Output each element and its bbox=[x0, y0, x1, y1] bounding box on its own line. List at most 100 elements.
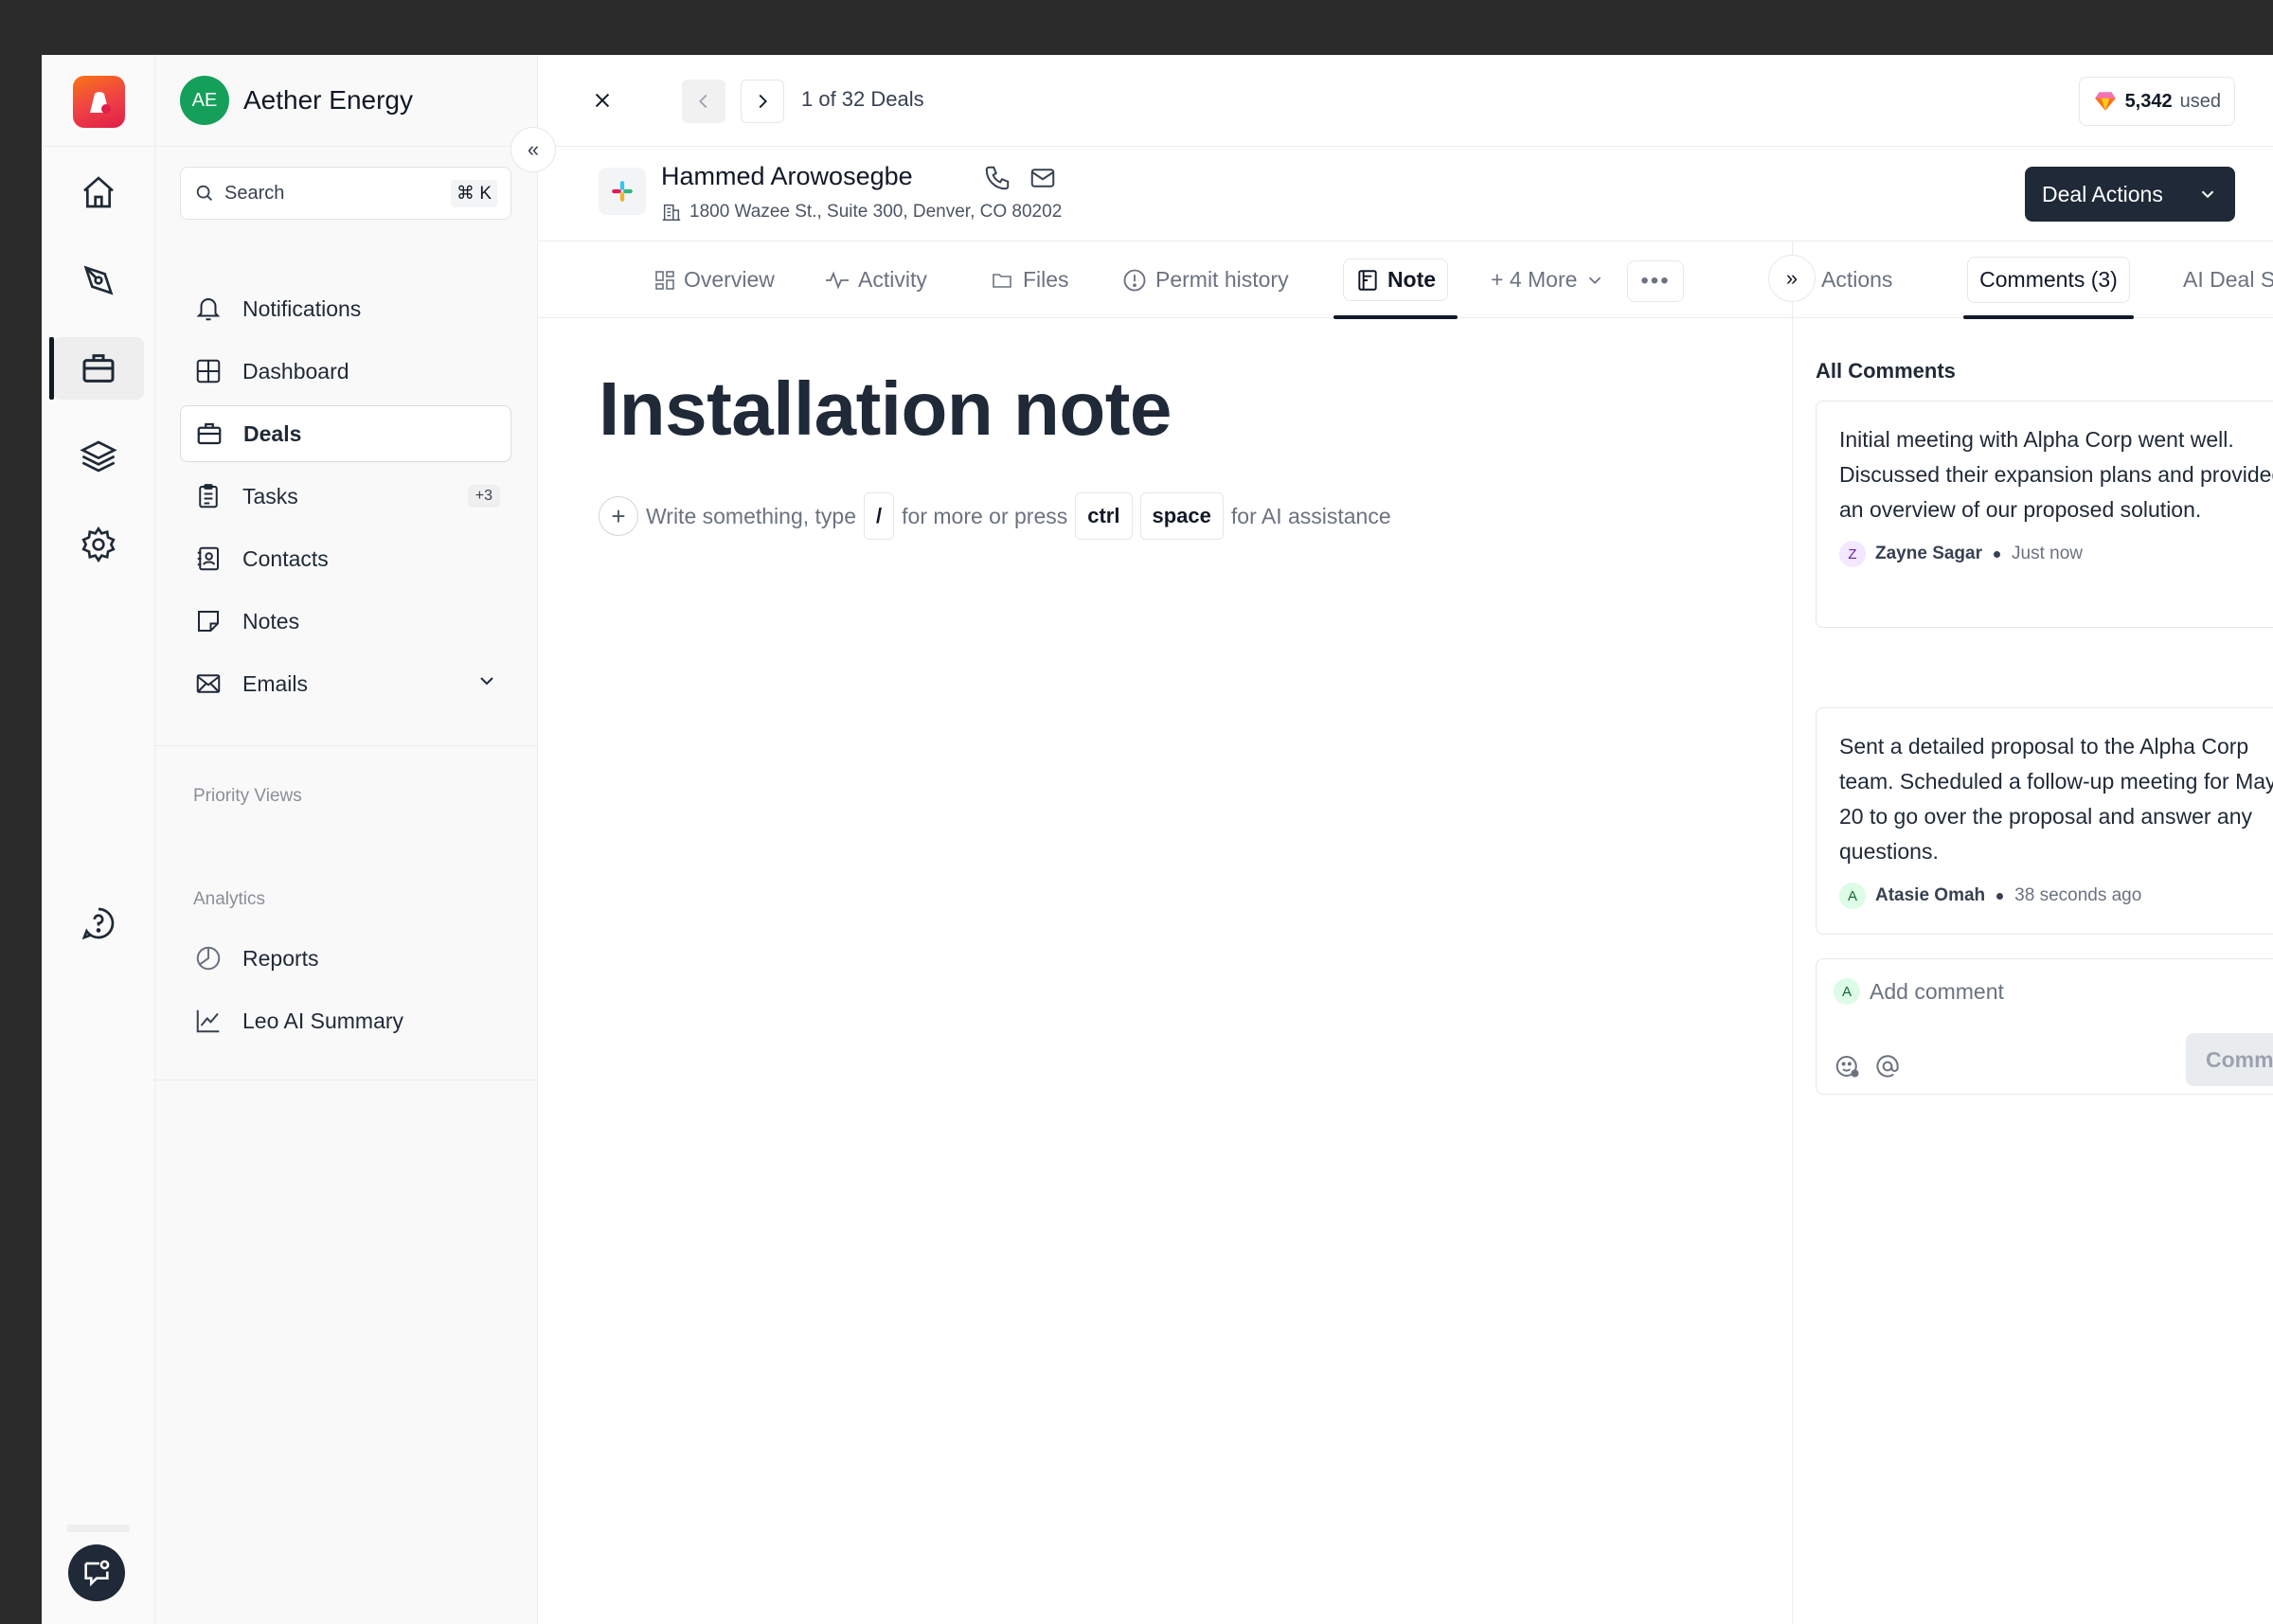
tab-label: Comments (3) bbox=[1967, 257, 2130, 303]
comment-author: Atasie Omah bbox=[1875, 885, 1986, 905]
sidebar-item-label: Leo AI Summary bbox=[242, 1008, 404, 1033]
tab-comments[interactable]: Comments (3) bbox=[1963, 241, 2134, 319]
chevron-down-icon bbox=[1589, 277, 1602, 284]
tab-label: Files bbox=[1023, 267, 1069, 292]
briefcase-icon[interactable] bbox=[49, 337, 144, 400]
comment-meta: Z Zayne Sagar Just now bbox=[1839, 541, 2273, 567]
collapse-sidebar-button[interactable]: « bbox=[510, 127, 556, 172]
previous-deal-button[interactable] bbox=[682, 80, 725, 123]
priority-views-label: Priority Views bbox=[193, 786, 302, 806]
hint-text-3: for AI assistance bbox=[1230, 503, 1391, 528]
phone-icon[interactable] bbox=[983, 164, 1011, 197]
sidebar-item-notes[interactable]: Notes bbox=[180, 593, 511, 650]
sidebar-item-label: Reports bbox=[242, 945, 319, 971]
sidebar-item-reports[interactable]: Reports bbox=[180, 930, 511, 987]
pen-tool-icon[interactable] bbox=[53, 249, 144, 312]
contact-book-icon bbox=[193, 544, 224, 574]
analytics-nav: Reports Leo AI Summary bbox=[180, 930, 511, 1055]
sidebar-item-notifications[interactable]: Notifications bbox=[180, 280, 511, 337]
comment-meta: A Atasie Omah 38 seconds ago bbox=[1839, 883, 2273, 909]
mention-at-icon[interactable] bbox=[1873, 1052, 1902, 1085]
home-icon[interactable] bbox=[53, 161, 144, 223]
search-input[interactable]: Search ⌘ K bbox=[180, 167, 511, 220]
key-space: space bbox=[1139, 492, 1224, 540]
sidebar-item-label: Contacts bbox=[242, 545, 329, 571]
clipboard-icon bbox=[193, 481, 224, 511]
tab-label: Actions bbox=[1821, 267, 1893, 292]
add-comment-box[interactable]: A Add comment Comment bbox=[1816, 958, 2273, 1095]
key-slash: / bbox=[864, 492, 895, 540]
mail-icon[interactable] bbox=[1029, 164, 1057, 197]
sidebar-item-leo-ai-summary[interactable]: Leo AI Summary bbox=[180, 992, 511, 1049]
comment-submit-button[interactable]: Comment bbox=[2186, 1033, 2273, 1086]
settings-gear-icon[interactable] bbox=[53, 513, 144, 576]
add-comment-input[interactable]: Add comment bbox=[1870, 979, 2004, 1005]
search-placeholder: Search bbox=[224, 182, 285, 204]
overview-grid-icon bbox=[653, 269, 676, 292]
credits-usage-badge[interactable]: 5,342 used bbox=[2078, 77, 2235, 126]
note-editor[interactable]: Installation note + Write something, typ… bbox=[538, 318, 1792, 1624]
sidebar-item-label: Dashboard bbox=[242, 358, 349, 384]
pie-chart-icon bbox=[193, 943, 224, 973]
rail-separator bbox=[67, 1525, 130, 1532]
sidebar-item-label: Deals bbox=[243, 420, 302, 446]
sidebar-item-deals[interactable]: Deals bbox=[180, 405, 511, 462]
tab-activity[interactable]: Activity bbox=[824, 241, 927, 318]
sidebar-item-label: Emails bbox=[242, 670, 309, 696]
sticky-note-icon bbox=[193, 606, 224, 636]
tab-label: AI Deal Scope bbox=[2183, 267, 2273, 292]
deal-actions-button[interactable]: Deal Actions bbox=[2025, 167, 2235, 222]
search-icon bbox=[196, 185, 212, 201]
top-bar: 1 of 32 Deals 5,342 used bbox=[538, 55, 2273, 147]
support-chat-icon[interactable] bbox=[68, 1544, 125, 1601]
comment-time: 38 seconds ago bbox=[2014, 885, 2142, 905]
credits-value: 5,342 bbox=[2124, 90, 2173, 112]
note-page-icon bbox=[1355, 268, 1380, 293]
sidebar-item-tasks[interactable]: Tasks +3 bbox=[180, 468, 511, 525]
note-title[interactable]: Installation note bbox=[599, 366, 1172, 453]
org-switcher[interactable]: AE Aether Energy bbox=[180, 76, 413, 125]
alert-circle-icon bbox=[1121, 267, 1148, 294]
more-options-icon[interactable]: ••• bbox=[1627, 260, 1684, 302]
tab-note[interactable]: Note bbox=[1333, 241, 1458, 319]
comment-text: Initial meeting with Alpha Corp went wel… bbox=[1839, 427, 2273, 522]
panel-tabs: » Actions Comments (3) AI Deal Scope bbox=[1768, 241, 2273, 319]
tab-permit-history[interactable]: Permit history bbox=[1121, 241, 1289, 318]
chevron-down-icon[interactable] bbox=[475, 669, 498, 698]
deal-actions-label: Deal Actions bbox=[2042, 181, 2163, 206]
avatar: Z bbox=[1839, 541, 1866, 567]
tab-overview[interactable]: Overview bbox=[653, 241, 775, 318]
close-icon[interactable] bbox=[583, 81, 621, 119]
sidebar-item-contacts[interactable]: Contacts bbox=[180, 530, 511, 587]
hint-text-2: for more or press bbox=[902, 503, 1068, 528]
emoji-icon[interactable] bbox=[1834, 1052, 1862, 1085]
tab-ai-deal-scope[interactable]: AI Deal Scope bbox=[2183, 241, 2273, 318]
deal-tabs: Overview Activity Files Permit history N… bbox=[538, 241, 1792, 319]
expand-panel-button[interactable]: » bbox=[1768, 255, 1816, 302]
sidebar-item-emails[interactable]: Emails bbox=[180, 655, 511, 712]
hint-text-1: Write something, type bbox=[646, 503, 857, 528]
all-comments-heading: All Comments bbox=[1816, 359, 1956, 383]
app-logo[interactable] bbox=[73, 76, 125, 128]
deal-address-text: 1800 Wazee St., Suite 300, Denver, CO 80… bbox=[689, 202, 1063, 222]
tab-actions[interactable]: Actions bbox=[1821, 241, 1892, 318]
next-deal-button[interactable] bbox=[741, 80, 784, 123]
briefcase-icon bbox=[194, 419, 224, 449]
org-name: Aether Energy bbox=[243, 85, 413, 115]
sidebar: AE Aether Energy « Search ⌘ K Notificati… bbox=[155, 55, 556, 1624]
folder-icon bbox=[989, 269, 1015, 292]
sidebar-nav: Notifications Dashboard Deals Tasks +3 C… bbox=[180, 280, 511, 718]
editor-hint: + Write something, type / for more or pr… bbox=[599, 492, 1391, 540]
tab-more[interactable]: + 4 More bbox=[1491, 241, 1605, 318]
gem-icon bbox=[2094, 92, 2116, 111]
avatar: A bbox=[1839, 883, 1866, 909]
tab-files[interactable]: Files bbox=[989, 241, 1069, 318]
add-block-icon[interactable]: + bbox=[599, 496, 638, 536]
sidebar-item-dashboard[interactable]: Dashboard bbox=[180, 343, 511, 400]
comment-card: Initial meeting with Alpha Corp went wel… bbox=[1816, 401, 2273, 628]
layers-icon[interactable] bbox=[53, 425, 144, 488]
sidebar-item-label: Notifications bbox=[242, 295, 362, 321]
chevron-down-icon bbox=[2201, 190, 2214, 199]
deal-pagination-count: 1 of 32 Deals bbox=[801, 87, 924, 111]
help-chat-icon[interactable] bbox=[53, 892, 144, 955]
